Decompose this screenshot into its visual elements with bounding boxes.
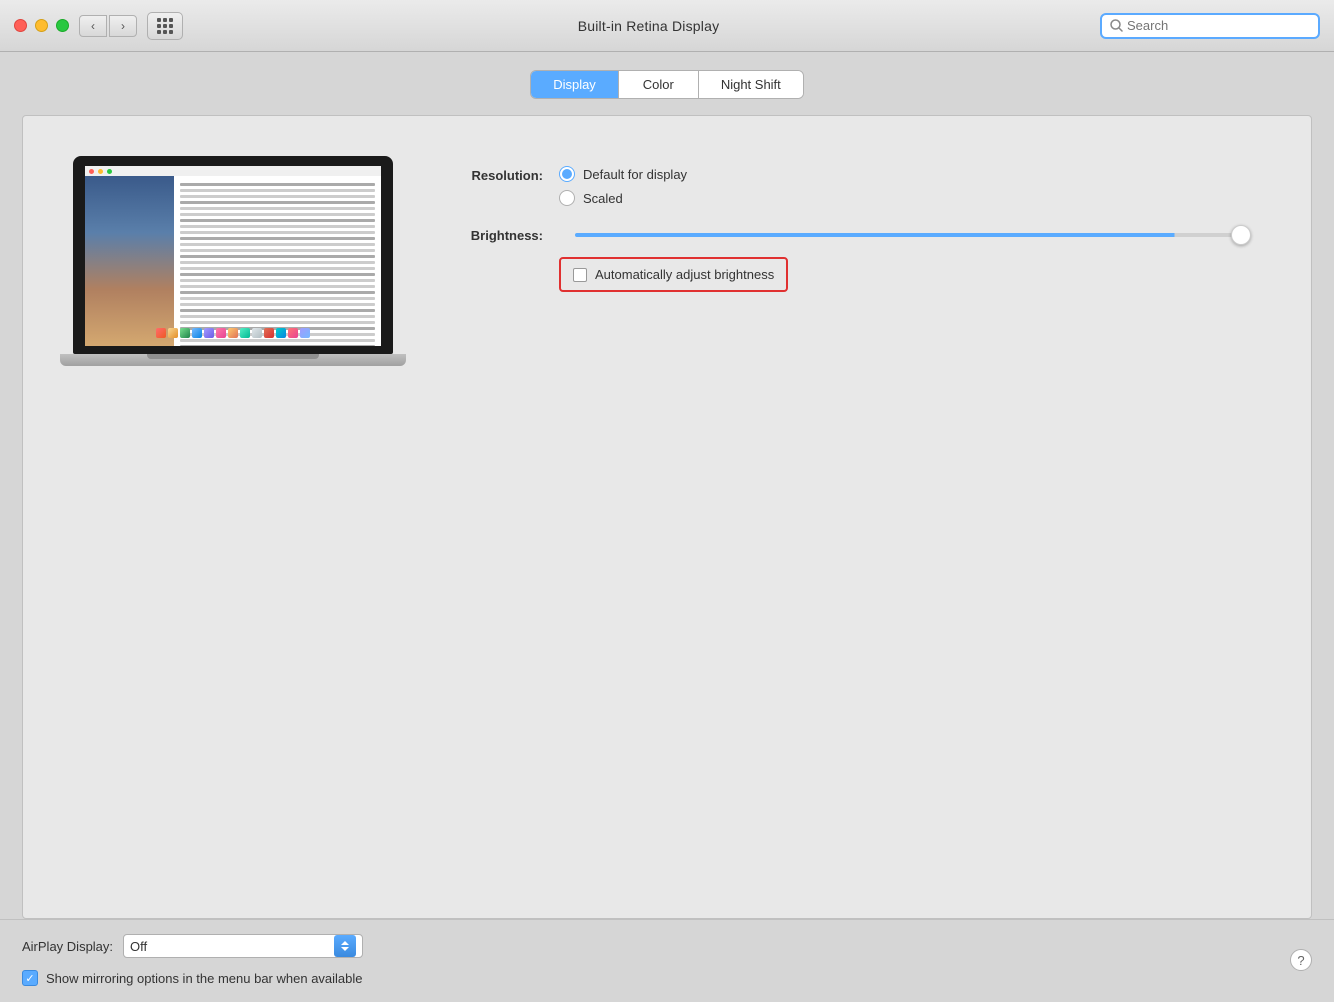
search-icon <box>1110 19 1123 32</box>
dock-icon <box>288 328 298 338</box>
laptop-menubar <box>85 166 381 176</box>
brightness-slider-thumb[interactable] <box>1231 225 1251 245</box>
tabs-container: Display Color Night Shift <box>530 70 804 99</box>
menu-dot-yellow <box>98 169 103 174</box>
airplay-select[interactable]: Off <box>123 934 363 958</box>
mirroring-checkbox[interactable]: ✓ <box>22 970 38 986</box>
dock-icon <box>264 328 274 338</box>
dock-icon <box>216 328 226 338</box>
resolution-default-option[interactable]: Default for display <box>559 166 687 182</box>
search-input[interactable] <box>1127 18 1310 33</box>
dock-icon <box>252 328 262 338</box>
brightness-row: Brightness: <box>433 226 1241 243</box>
tabs-row: Display Color Night Shift <box>0 52 1334 115</box>
search-box[interactable] <box>1100 13 1320 39</box>
dock-icon <box>240 328 250 338</box>
resolution-row: Resolution: Default for display Scaled <box>433 166 1241 206</box>
display-panel: Resolution: Default for display Scaled B… <box>22 115 1312 919</box>
auto-brightness-row: Automatically adjust brightness <box>433 257 1241 292</box>
resolution-label: Resolution: <box>433 166 543 183</box>
bottom-bar: AirPlay Display: Off ✓ Show mirroring op… <box>0 919 1334 1002</box>
dock-icon <box>168 328 178 338</box>
menu-dot-green <box>107 169 112 174</box>
auto-brightness-label: Automatically adjust brightness <box>595 267 774 282</box>
laptop-screen-outer <box>73 156 393 354</box>
main-content: Display Color Night Shift <box>0 52 1334 1002</box>
brightness-slider-container[interactable] <box>575 233 1241 237</box>
traffic-lights <box>14 19 69 32</box>
airplay-label: AirPlay Display: <box>22 939 113 954</box>
dock-icon <box>180 328 190 338</box>
screen-content <box>85 176 381 346</box>
minimize-button[interactable] <box>35 19 48 32</box>
mirroring-row: ✓ Show mirroring options in the menu bar… <box>22 970 363 986</box>
forward-button[interactable]: › <box>109 15 137 37</box>
laptop <box>73 156 393 366</box>
brightness-label: Brightness: <box>433 226 543 243</box>
laptop-base <box>60 354 406 366</box>
airplay-row: AirPlay Display: Off <box>22 934 363 958</box>
auto-brightness-box: Automatically adjust brightness <box>559 257 788 292</box>
tab-color[interactable]: Color <box>619 71 699 98</box>
laptop-dock <box>85 326 381 340</box>
settings-panel: Resolution: Default for display Scaled B… <box>403 146 1271 312</box>
dock-icon <box>300 328 310 338</box>
back-button[interactable]: ‹ <box>79 15 107 37</box>
dock-icon <box>228 328 238 338</box>
resolution-default-radio[interactable] <box>559 166 575 182</box>
laptop-foot <box>147 354 320 359</box>
maximize-button[interactable] <box>56 19 69 32</box>
resolution-radio-group: Default for display Scaled <box>559 166 687 206</box>
resolution-scaled-radio[interactable] <box>559 190 575 206</box>
menu-dot-red <box>89 169 94 174</box>
mirroring-label: Show mirroring options in the menu bar w… <box>46 971 363 986</box>
dock-icon <box>204 328 214 338</box>
tab-display[interactable]: Display <box>531 71 619 98</box>
close-button[interactable] <box>14 19 27 32</box>
select-arrows-icon <box>334 935 356 957</box>
dock-icon <box>156 328 166 338</box>
screen-sidebar <box>85 176 174 346</box>
bottom-left: AirPlay Display: Off ✓ Show mirroring op… <box>22 934 363 986</box>
dock-icon <box>192 328 202 338</box>
dock-icon <box>276 328 286 338</box>
resolution-scaled-option[interactable]: Scaled <box>559 190 687 206</box>
laptop-illustration <box>63 156 403 366</box>
nav-buttons: ‹ › <box>79 15 137 37</box>
auto-brightness-checkbox[interactable] <box>573 268 587 282</box>
airplay-value: Off <box>130 939 147 954</box>
resolution-scaled-label: Scaled <box>583 191 623 206</box>
titlebar: ‹ › Built-in Retina Display <box>0 0 1334 52</box>
grid-icon <box>157 18 173 34</box>
grid-button[interactable] <box>147 12 183 40</box>
brightness-slider-track[interactable] <box>575 233 1241 237</box>
resolution-default-label: Default for display <box>583 167 687 182</box>
window-title: Built-in Retina Display <box>197 18 1100 34</box>
laptop-screen-inner <box>85 166 381 346</box>
help-button[interactable]: ? <box>1290 949 1312 971</box>
tab-night-shift[interactable]: Night Shift <box>699 71 803 98</box>
screen-main <box>174 176 381 346</box>
